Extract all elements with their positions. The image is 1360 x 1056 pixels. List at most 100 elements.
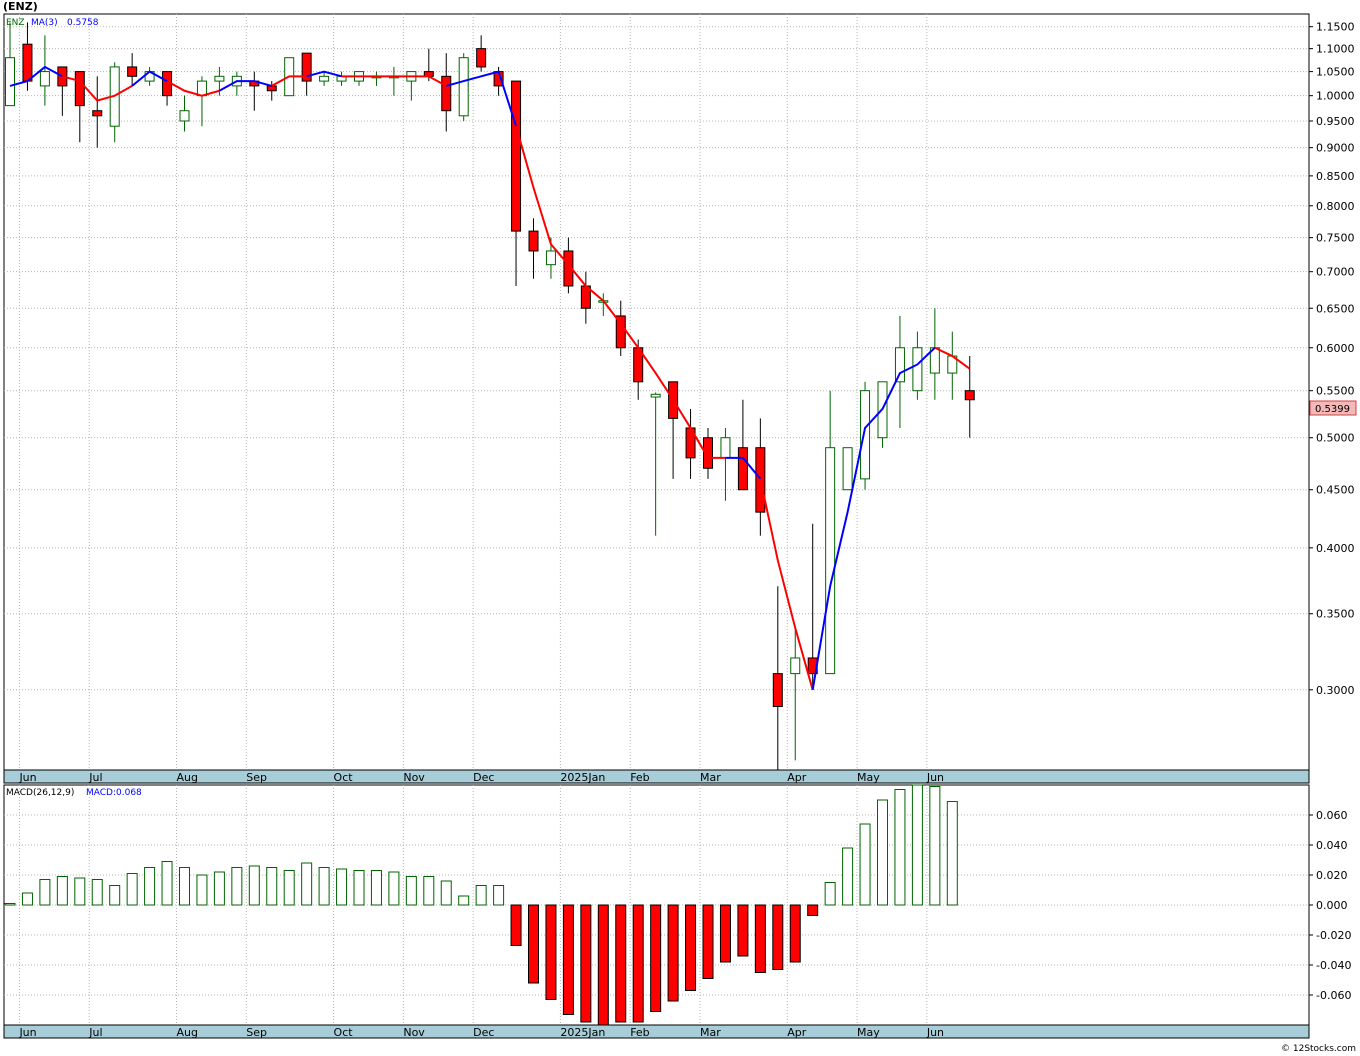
price-y-tick-label: 1.0000 <box>1316 90 1355 103</box>
macd-y-tick-label: 0.020 <box>1316 869 1348 882</box>
candle-body <box>5 57 15 107</box>
candle-body <box>179 110 190 122</box>
macd-bar <box>109 885 121 906</box>
x-tick-label: Jun <box>18 771 36 784</box>
macd-bar <box>929 786 941 906</box>
price-y-tick-label: 0.7500 <box>1316 232 1355 245</box>
x-tick-label: Mar <box>700 771 721 784</box>
macd-bar <box>91 879 103 906</box>
price-y-tick-label: 1.1000 <box>1316 43 1355 56</box>
candle-body <box>476 48 487 68</box>
macd-bar <box>213 871 225 906</box>
macd-bar <box>842 847 854 906</box>
price-panel-frame <box>3 13 1310 771</box>
price-y-tick-label: 1.0500 <box>1316 66 1355 79</box>
macd-bar <box>144 867 156 906</box>
x-tick-label: Feb <box>630 771 649 784</box>
macd-legend-name: MACD(26,12,9) <box>6 788 74 798</box>
candle-body <box>528 230 539 252</box>
macd-y-tick-label: -0.040 <box>1316 959 1351 972</box>
macd-bar <box>231 867 243 906</box>
macd-bar <box>719 904 731 963</box>
candle-body <box>772 673 783 708</box>
price-y-tick-label: 1.1500 <box>1316 21 1355 34</box>
price-y-tick-label: 0.3500 <box>1316 608 1355 621</box>
macd-bar <box>405 876 417 906</box>
macd-bar <box>388 871 400 906</box>
candle-body <box>912 347 923 392</box>
x-tick-label: 2025Jan <box>560 771 605 784</box>
macd-bar <box>580 904 592 1023</box>
macd-bar <box>179 867 190 906</box>
x-tick-label: Jun <box>926 771 944 784</box>
macd-bar <box>39 879 51 906</box>
candle-body <box>737 447 748 491</box>
macd-bar <box>266 867 278 906</box>
macd-bar <box>632 904 644 1023</box>
macd-bar <box>702 904 714 979</box>
macd-bar <box>74 877 86 906</box>
x-tick-label: Feb <box>630 1026 649 1039</box>
macd-bar <box>737 904 749 957</box>
x-tick-label: Aug <box>177 1026 198 1039</box>
candle-body <box>545 250 556 266</box>
legend-ma-value: 0.5758 <box>67 18 99 28</box>
x-tick-label: May <box>857 1026 880 1039</box>
x-tick-label: Apr <box>787 1026 807 1039</box>
candle-body <box>214 75 225 82</box>
macd-y-axis: 0.060 0.040 0.020 0.000 -0.020 -0.040 -0.060 <box>1309 809 1351 1002</box>
macd-y-tick-label: 0.000 <box>1316 899 1348 912</box>
candle-body <box>458 57 469 117</box>
candle-body <box>790 657 801 675</box>
macd-y-tick-label: 0.040 <box>1316 839 1348 852</box>
price-y-tick-label: 0.9000 <box>1316 142 1355 155</box>
macd-bar <box>545 904 557 1000</box>
x-tick-label: Nov <box>403 771 425 784</box>
macd-bar <box>667 904 679 1002</box>
macd-x-axis-band <box>3 1024 1310 1039</box>
price-y-tick-label: 0.3000 <box>1316 684 1355 697</box>
macd-bar <box>946 801 958 906</box>
x-tick-label: Dec <box>473 771 494 784</box>
macd-bar <box>859 823 871 906</box>
macd-bar <box>56 876 68 906</box>
x-tick-label: Oct <box>334 771 354 784</box>
candle-body <box>842 447 853 491</box>
candle-body <box>720 437 731 459</box>
candle-body <box>196 80 207 97</box>
footer-credit: © 12Stocks.com <box>1281 1044 1356 1054</box>
legend-ma: MA(3) <box>31 18 58 28</box>
macd-bar <box>161 861 173 906</box>
macd-bar <box>754 904 766 973</box>
x-tick-label: Jun <box>18 1026 36 1039</box>
macd-bar <box>877 799 888 906</box>
price-x-axis-band <box>3 769 1310 784</box>
macd-bar <box>597 904 609 1026</box>
macd-bar <box>475 885 487 906</box>
x-tick-label: Aug <box>177 771 198 784</box>
macd-bar <box>301 862 313 906</box>
x-tick-label: Apr <box>787 771 807 784</box>
macd-bar <box>4 903 16 906</box>
macd-bar <box>510 904 522 946</box>
macd-y-tick-label: -0.020 <box>1316 929 1351 942</box>
x-tick-label: 2025Jan <box>560 1026 605 1039</box>
x-tick-label: Mar <box>700 1026 721 1039</box>
macd-bar <box>772 904 784 970</box>
x-tick-label: Sep <box>246 1026 267 1039</box>
price-y-tick-label: 0.9500 <box>1316 115 1355 128</box>
x-tick-label: May <box>857 771 880 784</box>
x-tick-label: Oct <box>334 1026 354 1039</box>
x-tick-label: Sep <box>246 771 267 784</box>
candle-body <box>825 447 836 675</box>
legend-symbol: ENZ <box>6 18 25 28</box>
candle-body <box>964 390 975 401</box>
x-tick-label: Jul <box>88 771 102 784</box>
candle-body <box>74 71 85 107</box>
candle-body <box>127 66 138 77</box>
macd-bar <box>370 870 382 906</box>
macd-bar <box>283 870 295 906</box>
price-y-tick-label: 0.4000 <box>1316 542 1355 555</box>
price-y-tick-label: 0.8000 <box>1316 200 1355 213</box>
macd-bar <box>248 865 260 906</box>
